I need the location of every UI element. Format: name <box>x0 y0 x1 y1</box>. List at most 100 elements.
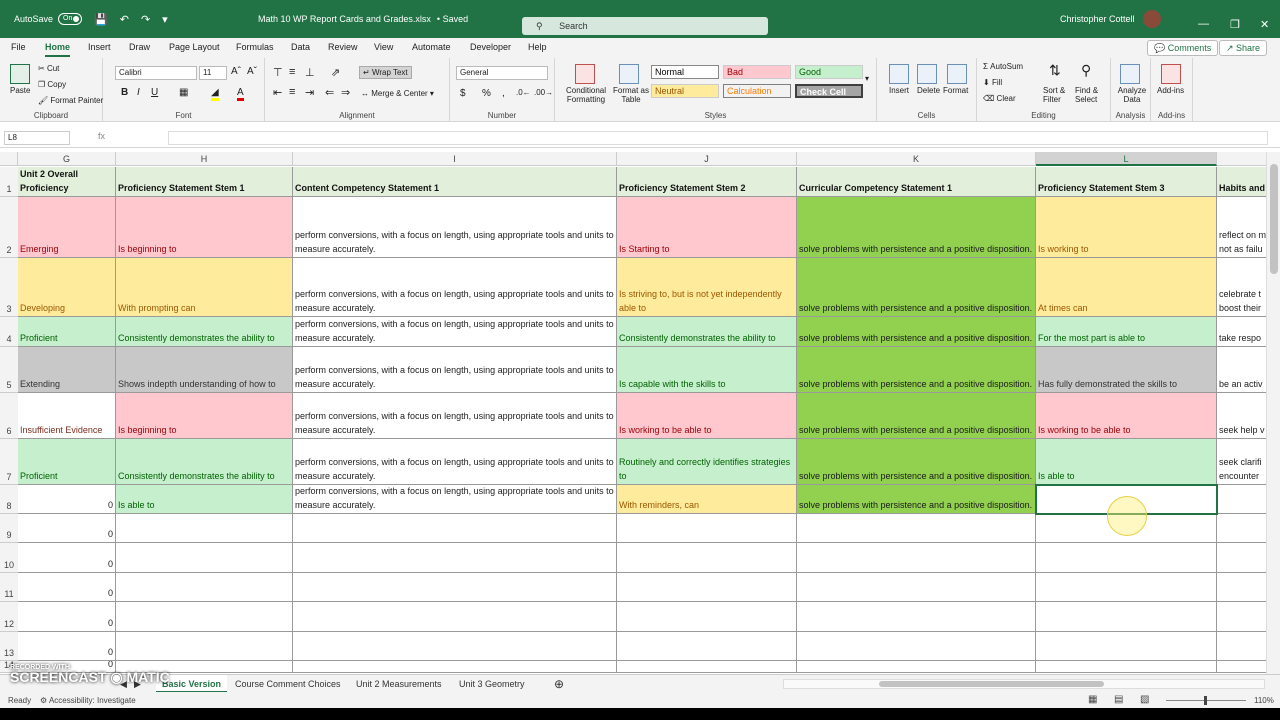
cell-l5[interactable]: Has fully demonstrated the skills to <box>1036 347 1217 393</box>
delete-cells-icon[interactable] <box>917 64 937 84</box>
page-layout-view-icon[interactable]: ▤ <box>1114 694 1123 705</box>
cell-m5[interactable]: be an activ <box>1217 347 1266 393</box>
cell-m1[interactable]: Habits and <box>1217 167 1266 197</box>
cell-m3[interactable]: celebrate t boost their <box>1217 258 1266 317</box>
insert-cells-button[interactable]: Insert <box>889 86 909 95</box>
clear-button[interactable]: ⌫ Clear <box>983 94 1016 103</box>
cell-h8[interactable]: Is able to <box>116 485 293 514</box>
sort-filter-button[interactable]: Sort & Filter <box>1043 86 1073 104</box>
tab-formulas[interactable]: Formulas <box>236 42 274 52</box>
fill-button[interactable]: ⬇ Fill <box>983 78 1002 87</box>
style-bad[interactable]: Bad <box>723 65 791 79</box>
cell-k1[interactable]: Curricular Competency Statement 1 <box>797 167 1036 197</box>
cell-g1[interactable]: Unit 2 Overall Proficiency <box>18 167 116 197</box>
bold-icon[interactable]: B <box>121 87 128 98</box>
sheet-tab-course-comment-choices[interactable]: Course Comment Choices <box>235 675 341 693</box>
undo-icon[interactable]: ↶ <box>120 13 129 26</box>
redo-icon[interactable]: ↷ <box>141 13 150 26</box>
increase-font-icon[interactable]: Aˆ <box>231 66 241 77</box>
row-header-2[interactable]: 2 <box>0 197 18 258</box>
row-header-7[interactable]: 7 <box>0 439 18 485</box>
autosum-button[interactable]: Σ AutoSum <box>983 62 1023 71</box>
customize-quick-access-icon[interactable]: ▾ <box>162 13 168 26</box>
row-header-8[interactable]: 8 <box>0 485 18 514</box>
cell-j8[interactable]: With reminders, can <box>617 485 797 514</box>
align-top-icon[interactable]: ⊤ <box>273 66 283 79</box>
cell-l4[interactable]: For the most part is able to <box>1036 317 1217 347</box>
sheet-tab-unit-2-measurements[interactable]: Unit 2 Measurements <box>356 675 442 693</box>
style-normal[interactable]: Normal <box>651 65 719 79</box>
cell-k13[interactable] <box>797 632 1036 661</box>
fill-color-icon[interactable]: ◢ <box>211 87 219 101</box>
row-header-6[interactable]: 6 <box>0 393 18 439</box>
cell-i12[interactable] <box>293 602 617 632</box>
cell-k6[interactable]: solve problems with persistence and a po… <box>797 393 1036 439</box>
vertical-scroll-thumb[interactable] <box>1270 164 1278 274</box>
cell-i9[interactable] <box>293 514 617 543</box>
cell-j10[interactable] <box>617 543 797 573</box>
cell-i1[interactable]: Content Competency Statement 1 <box>293 167 617 197</box>
orientation-icon[interactable]: ⇗ <box>331 66 340 79</box>
cell-l3[interactable]: At times can <box>1036 258 1217 317</box>
user-account[interactable]: Christopher Cottell <box>1060 0 1161 38</box>
cut-button[interactable]: ✂ Cut <box>38 64 59 73</box>
row-header-1[interactable]: 1 <box>0 167 18 197</box>
cell-m12[interactable] <box>1217 602 1266 632</box>
cell-j12[interactable] <box>617 602 797 632</box>
zoom-slider-thumb[interactable] <box>1204 696 1207 705</box>
cell-m7[interactable]: seek clarifi encounter <box>1217 439 1266 485</box>
cell-m2[interactable]: reflect on m not as failu <box>1217 197 1266 258</box>
cell-k8[interactable]: solve problems with persistence and a po… <box>797 485 1036 514</box>
copy-button[interactable]: ❐ Copy <box>38 80 66 89</box>
row-header-10[interactable]: 10 <box>0 543 18 573</box>
cell-g4[interactable]: Proficient <box>18 317 116 347</box>
row-header-5[interactable]: 5 <box>0 347 18 393</box>
font-size-select[interactable]: 11 <box>199 66 227 80</box>
cell-i5[interactable]: perform conversions, with a focus on len… <box>293 347 617 393</box>
align-right-icon[interactable]: ⇥ <box>305 86 314 99</box>
cell-g8[interactable]: 0 <box>18 485 116 514</box>
cell-g13[interactable]: 0 <box>18 632 116 661</box>
name-box[interactable]: L8 <box>4 131 70 145</box>
cell-j2[interactable]: Is Starting to <box>617 197 797 258</box>
autosave-control[interactable]: AutoSave On 💾 ↶ ↷ ▾ <box>14 0 168 38</box>
tab-data[interactable]: Data <box>291 42 310 52</box>
cell-g7[interactable]: Proficient <box>18 439 116 485</box>
cell-j4[interactable]: Consistently demonstrates the ability to <box>617 317 797 347</box>
analyze-data-button[interactable]: Analyze Data <box>1115 86 1149 104</box>
cell-m14[interactable] <box>1217 661 1266 673</box>
cell-m13[interactable] <box>1217 632 1266 661</box>
number-format-select[interactable]: General <box>456 66 548 80</box>
decrease-decimal-icon[interactable]: .00→ <box>534 88 553 97</box>
document-title[interactable]: Math 10 WP Report Cards and Grades.xlsx … <box>258 0 468 38</box>
row-header-11[interactable]: 11 <box>0 573 18 602</box>
cell-j6[interactable]: Is working to be able to <box>617 393 797 439</box>
cell-k11[interactable] <box>797 573 1036 602</box>
cell-k7[interactable]: solve problems with persistence and a po… <box>797 439 1036 485</box>
comments-button[interactable]: 💬 Comments <box>1147 40 1219 56</box>
cell-m8[interactable] <box>1217 485 1266 514</box>
tab-review[interactable]: Review <box>328 42 358 52</box>
zoom-level[interactable]: 110% <box>1254 696 1274 705</box>
cell-i6[interactable]: perform conversions, with a focus on len… <box>293 393 617 439</box>
styles-more-icon[interactable]: ▾ <box>865 74 869 83</box>
cell-k2[interactable]: solve problems with persistence and a po… <box>797 197 1036 258</box>
restore-icon[interactable]: ❐ <box>1230 18 1240 31</box>
addins-button[interactable]: Add-ins <box>1157 86 1184 95</box>
horizontal-scroll-thumb[interactable] <box>879 681 1104 687</box>
cell-h9[interactable] <box>116 514 293 543</box>
cell-i4[interactable]: perform conversions, with a focus on len… <box>293 317 617 347</box>
cell-i2[interactable]: perform conversions, with a focus on len… <box>293 197 617 258</box>
cell-i14[interactable] <box>293 661 617 673</box>
cell-l14[interactable] <box>1036 661 1217 673</box>
conditional-formatting-button[interactable]: Conditional Formatting <box>561 86 611 104</box>
minimize-icon[interactable]: — <box>1198 18 1209 30</box>
cell-g10[interactable]: 0 <box>18 543 116 573</box>
cell-h6[interactable]: Is beginning to <box>116 393 293 439</box>
decrease-indent-icon[interactable]: ⇐ <box>325 86 334 99</box>
find-select-button[interactable]: Find & Select <box>1075 86 1109 104</box>
tab-file[interactable]: File <box>11 42 26 52</box>
font-name-select[interactable]: Calibri <box>115 66 197 80</box>
cell-i8[interactable]: perform conversions, with a focus on len… <box>293 485 617 514</box>
autosave-toggle[interactable]: On <box>58 13 83 25</box>
